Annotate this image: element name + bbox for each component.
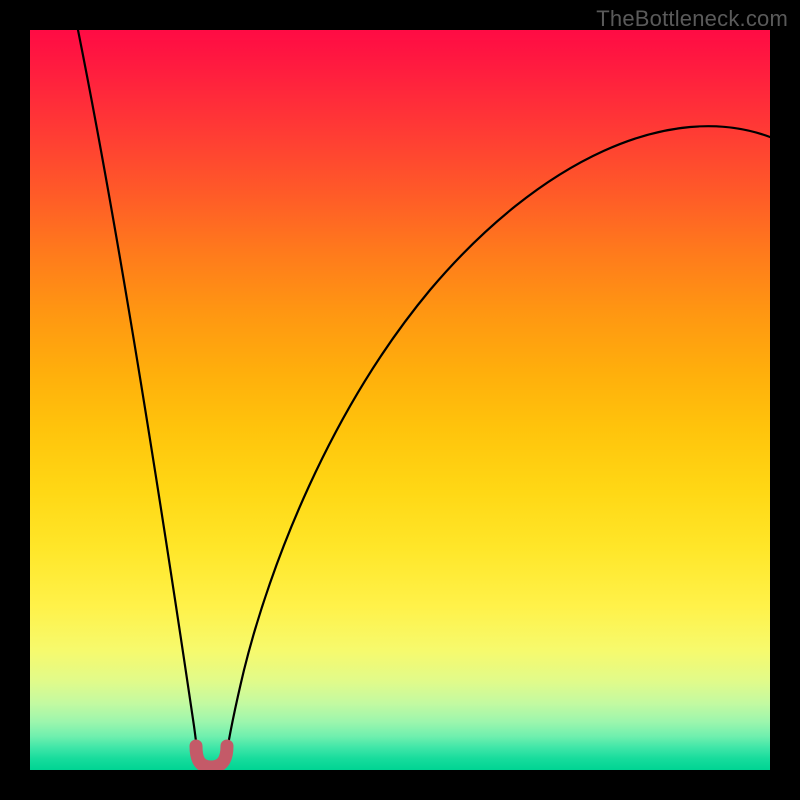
watermark-text: TheBottleneck.com [596,6,788,32]
chart-frame: TheBottleneck.com [0,0,800,800]
bottleneck-curve-right [225,126,770,763]
bottleneck-curve-left [78,30,198,763]
curves-layer [30,30,770,770]
plot-area [30,30,770,770]
optimal-u-marker [196,746,227,767]
